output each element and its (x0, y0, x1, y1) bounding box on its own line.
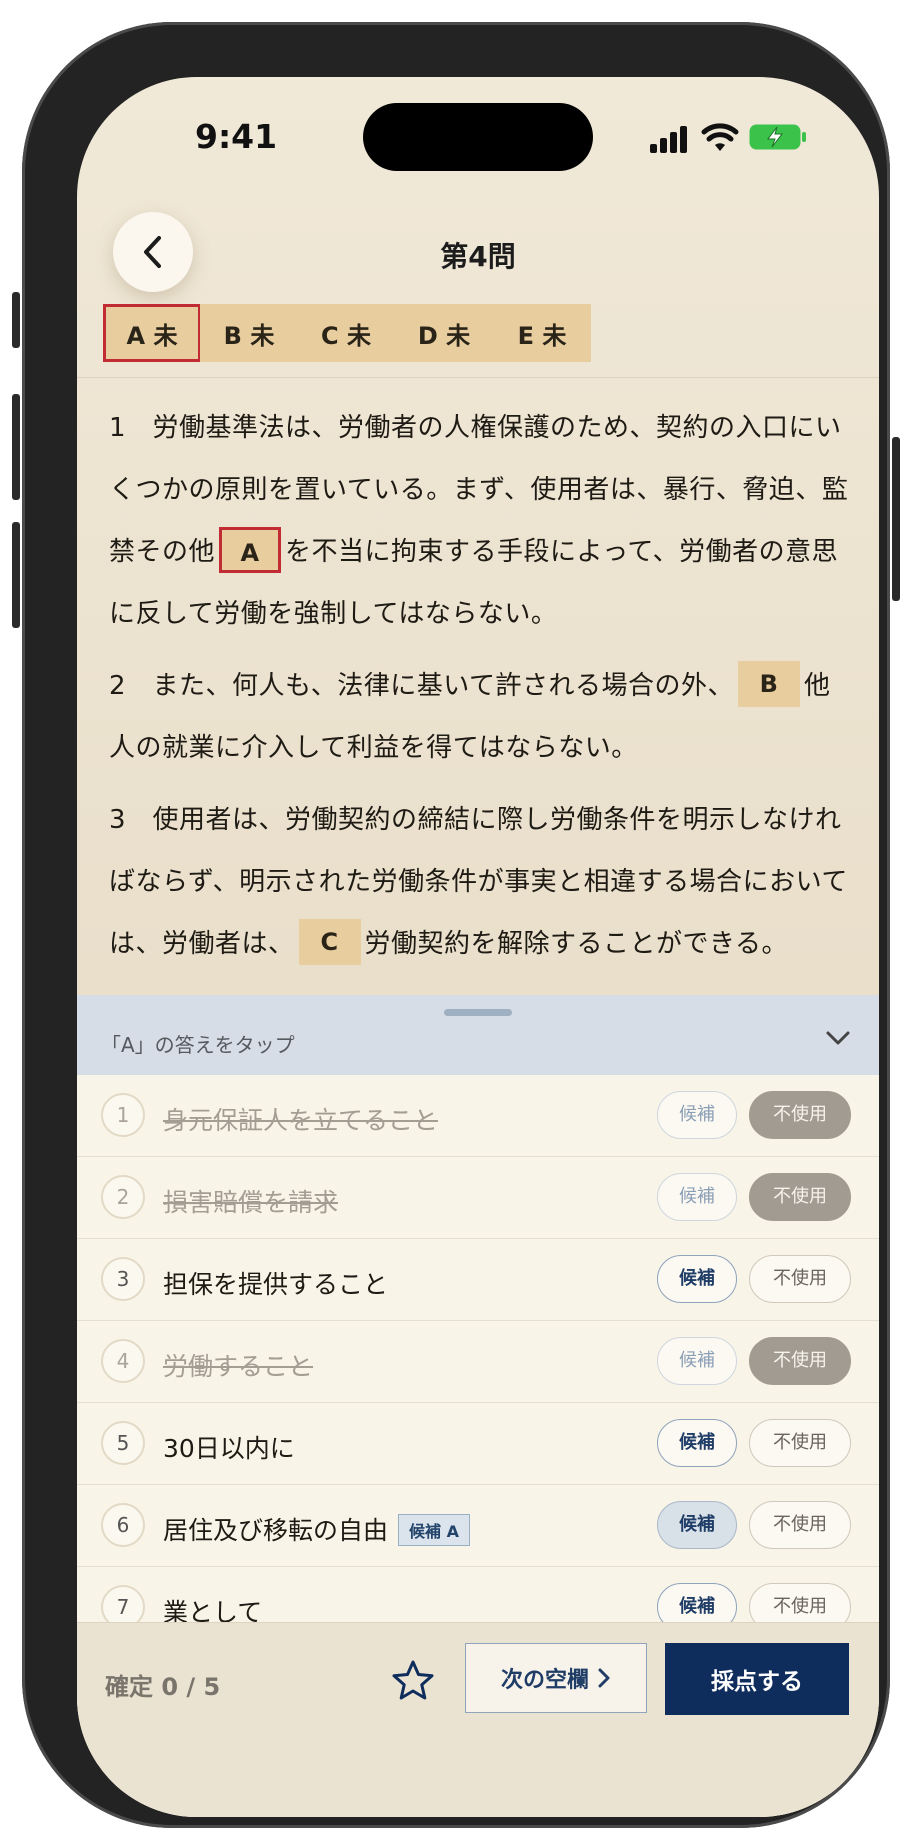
option-number: 2 (101, 1175, 145, 1219)
page-title: 第4問 (440, 240, 516, 273)
blank-a[interactable]: A (219, 526, 282, 573)
question-text: 1 労働基準法は、労働者の人権保護のため、契約の入口にいくつかの原則を置いている… (109, 397, 854, 985)
sheet-header[interactable]: 「A」の答えをタップ (77, 995, 879, 1075)
paragraph-text: 労働契約を解除することができる。 (364, 929, 788, 959)
status-time: 9:41 (195, 117, 278, 156)
power-button (892, 437, 900, 601)
phone-frame: 9:41 第4問 A 未 B 未 C 未 D 未 E 未 1 労働基準法は、労働… (12, 22, 900, 1828)
option-text: 身元保証人を立てること (163, 1106, 439, 1135)
option-text: 居住及び移転の自由 (163, 1516, 389, 1545)
battery-charging-icon (749, 124, 806, 150)
candidate-tag: 候補 A (398, 1514, 470, 1546)
blank-c[interactable]: C (298, 918, 361, 965)
divider (77, 377, 879, 378)
silent-switch (12, 292, 20, 348)
cellular-signal-icon (650, 125, 690, 153)
unused-button[interactable]: 不使用 (749, 1501, 851, 1549)
next-blank-button[interactable]: 次の空欄 (465, 1643, 647, 1713)
tab-b[interactable]: B 未 (200, 304, 298, 362)
option-number: 3 (101, 1257, 145, 1301)
volume-up-button (12, 394, 20, 500)
candidate-button[interactable]: 候補 (657, 1419, 737, 1467)
candidate-button[interactable]: 候補 (657, 1091, 737, 1139)
option-number: 4 (101, 1339, 145, 1383)
blank-b[interactable]: B (737, 660, 800, 707)
volume-down-button (12, 522, 20, 628)
status-bar: 9:41 (77, 77, 879, 187)
next-blank-label: 次の空欄 (500, 1668, 589, 1693)
candidate-button[interactable]: 候補 (657, 1255, 737, 1303)
option-text: 労働すること (163, 1352, 314, 1381)
unused-button[interactable]: 不使用 (749, 1091, 851, 1139)
candidate-button[interactable]: 候補 (657, 1173, 737, 1221)
option-row-2[interactable]: 2 損害賠償を請求 候補 不使用 (77, 1157, 879, 1239)
option-row-6[interactable]: 6 居住及び移転の自由 候補 A 候補 不使用 (77, 1485, 879, 1567)
confirm-count: 確定 0 / 5 (105, 1673, 221, 1701)
option-text-wrap: 居住及び移転の自由 候補 A (163, 1511, 470, 1548)
paragraph-text: 2 また、何人も、法律に基いて許される場合の外、 (109, 671, 734, 701)
candidate-button[interactable]: 候補 (657, 1337, 737, 1385)
score-button[interactable]: 採点する (665, 1643, 849, 1715)
question-paragraph-1: 1 労働基準法は、労働者の人権保護のため、契約の入口にいくつかの原則を置いている… (109, 397, 854, 645)
unused-button[interactable]: 不使用 (749, 1255, 851, 1303)
star-icon[interactable] (391, 1659, 435, 1701)
bottom-toolbar: 確定 0 / 5 次の空欄 採点する (77, 1622, 879, 1817)
top-bar: 第4問 (77, 195, 879, 305)
wifi-icon (701, 123, 739, 151)
dynamic-island (363, 103, 593, 171)
option-text: 損害賠償を請求 (163, 1188, 339, 1217)
question-paragraph-3: 3 使用者は、労働契約の締結に際し労働条件を明示しなければならず、明示された労働… (109, 789, 854, 975)
chevron-down-icon[interactable] (825, 1029, 851, 1047)
option-number: 5 (101, 1421, 145, 1465)
tab-d[interactable]: D 未 (395, 304, 493, 362)
question-paragraph-2: 2 また、何人も、法律に基いて許される場合の外、 B 他人の就業に介入して利益を得て… (109, 655, 854, 779)
option-row-1[interactable]: 1 身元保証人を立てること 候補 不使用 (77, 1075, 879, 1157)
tab-e[interactable]: E 未 (493, 304, 591, 362)
candidate-button[interactable]: 候補 (657, 1501, 737, 1549)
option-row-3[interactable]: 3 担保を提供すること 候補 不使用 (77, 1239, 879, 1321)
option-number: 6 (101, 1503, 145, 1547)
tab-a[interactable]: A 未 (103, 304, 201, 362)
sheet-prompt: 「A」の答えをタップ (101, 1033, 295, 1057)
tab-c[interactable]: C 未 (297, 304, 395, 362)
unused-button[interactable]: 不使用 (749, 1337, 851, 1385)
unused-button[interactable]: 不使用 (749, 1173, 851, 1221)
option-number: 1 (101, 1093, 145, 1137)
option-text: 担保を提供すること (163, 1270, 389, 1299)
option-row-5[interactable]: 5 30日以内に 候補 不使用 (77, 1403, 879, 1485)
chevron-right-icon (598, 1668, 610, 1688)
app-screen: 9:41 第4問 A 未 B 未 C 未 D 未 E 未 1 労働基準法は、労働… (77, 77, 879, 1817)
option-row-4[interactable]: 4 労働すること 候補 不使用 (77, 1321, 879, 1403)
unused-button[interactable]: 不使用 (749, 1419, 851, 1467)
drag-handle[interactable] (444, 1009, 512, 1016)
option-text: 30日以内に (163, 1434, 295, 1463)
